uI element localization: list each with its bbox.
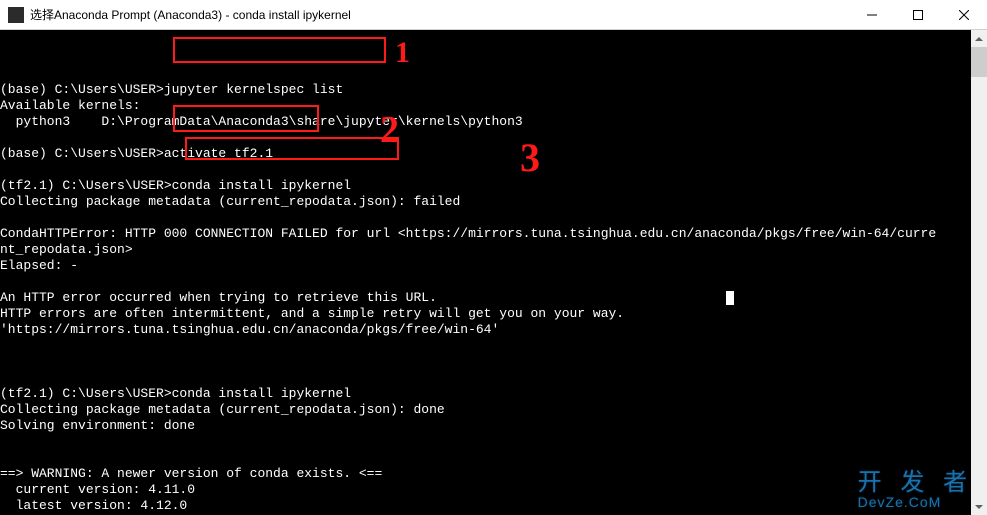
maximize-button[interactable] xyxy=(895,0,941,30)
terminal-line: An HTTP error occurred when trying to re… xyxy=(0,290,987,306)
app-icon xyxy=(8,7,24,23)
terminal-line xyxy=(0,434,987,450)
terminal-line: (tf2.1) C:\Users\USER>conda install ipyk… xyxy=(0,386,987,402)
terminal-line: (tf2.1) C:\Users\USER>conda install ipyk… xyxy=(0,178,987,194)
terminal-line: nt_repodata.json> xyxy=(0,242,987,258)
terminal-line: Available kernels: xyxy=(0,98,987,114)
scrollbar-thumb[interactable] xyxy=(971,47,987,77)
text-cursor xyxy=(726,291,734,305)
vertical-scrollbar[interactable] xyxy=(971,30,987,515)
terminal-line: (base) C:\Users\USER>activate tf2.1 xyxy=(0,146,987,162)
scroll-down-button[interactable] xyxy=(971,498,987,515)
terminal-line xyxy=(0,66,987,82)
anaconda-prompt-window: 选择Anaconda Prompt (Anaconda3) - conda in… xyxy=(0,0,987,515)
terminal-line: Solving environment: done xyxy=(0,418,987,434)
terminal-line xyxy=(0,162,987,178)
terminal-line: current version: 4.11.0 xyxy=(0,482,987,498)
window-title: 选择Anaconda Prompt (Anaconda3) - conda in… xyxy=(30,6,351,23)
terminal-line: python3 D:\ProgramData\Anaconda3\share\j… xyxy=(0,114,987,130)
terminal-line xyxy=(0,338,987,354)
terminal-line xyxy=(0,274,987,290)
terminal-area[interactable]: (base) C:\Users\USER>jupyter kernelspec … xyxy=(0,30,987,515)
terminal-line: latest version: 4.12.0 xyxy=(0,498,987,514)
terminal-line: HTTP errors are often intermittent, and … xyxy=(0,306,987,322)
minimize-button[interactable] xyxy=(849,0,895,30)
titlebar[interactable]: 选择Anaconda Prompt (Anaconda3) - conda in… xyxy=(0,0,987,30)
scroll-up-button[interactable] xyxy=(971,30,987,47)
terminal-line: ==> WARNING: A newer version of conda ex… xyxy=(0,466,987,482)
terminal-line: Collecting package metadata (current_rep… xyxy=(0,194,987,210)
terminal-line xyxy=(0,210,987,226)
terminal-line: 'https://mirrors.tuna.tsinghua.edu.cn/an… xyxy=(0,322,987,338)
terminal-line xyxy=(0,450,987,466)
close-button[interactable] xyxy=(941,0,987,30)
terminal-line xyxy=(0,354,987,370)
terminal-line xyxy=(0,370,987,386)
terminal-line: Collecting package metadata (current_rep… xyxy=(0,402,987,418)
terminal-line: (base) C:\Users\USER>jupyter kernelspec … xyxy=(0,82,987,98)
terminal-line: CondaHTTPError: HTTP 000 CONNECTION FAIL… xyxy=(0,226,987,242)
terminal-line: Elapsed: - xyxy=(0,258,987,274)
terminal-line xyxy=(0,130,987,146)
